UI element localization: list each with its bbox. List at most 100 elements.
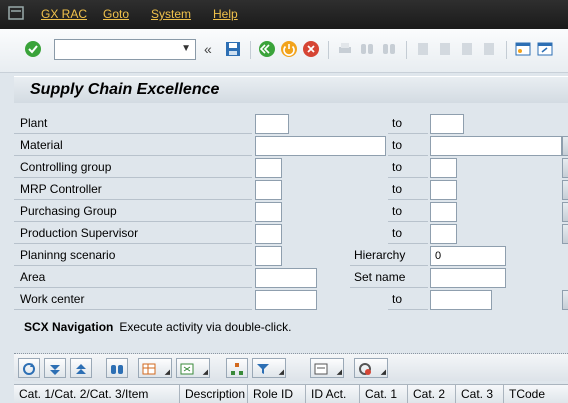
column-header-id-act[interactable]: ID Act.	[306, 385, 360, 403]
hierarchy-input[interactable]: 0	[430, 246, 506, 266]
field-label-planning-scenario: Planinng scenario	[14, 246, 252, 266]
save-icon[interactable]	[224, 40, 242, 58]
purchasing-group-to-input[interactable]	[430, 202, 457, 222]
navigation-title: SCX Navigation	[24, 320, 114, 334]
settings-icon	[359, 363, 371, 375]
to-label: to	[388, 158, 428, 178]
toolbar-separator	[406, 41, 407, 59]
previous-page-icon	[440, 43, 450, 55]
hierarchy-icon	[231, 363, 243, 375]
standard-toolbar: ▼ «	[0, 29, 568, 73]
expand-button[interactable]	[44, 358, 66, 378]
sap-menu-icon[interactable]	[8, 6, 24, 20]
expand-icon	[50, 365, 60, 375]
column-header-cat1[interactable]: Cat. 1	[360, 385, 408, 403]
material-to-input[interactable]	[430, 136, 562, 156]
controlling-group-from-input[interactable]	[255, 158, 282, 178]
print-icon	[339, 43, 351, 53]
enter-icon[interactable]	[24, 40, 42, 58]
create-session-icon[interactable]	[514, 40, 532, 58]
column-header-cat2[interactable]: Cat. 2	[408, 385, 456, 403]
area-input[interactable]	[255, 268, 317, 288]
find-button[interactable]	[106, 358, 128, 378]
mrp-controller-from-input[interactable]	[255, 180, 282, 200]
first-page-icon	[418, 43, 428, 55]
view-button[interactable]: ◢	[310, 358, 344, 378]
material-from-input[interactable]	[255, 136, 386, 156]
planning-scenario-input[interactable]	[255, 246, 282, 266]
field-label-set-name: Set name	[350, 268, 428, 288]
set-name-input[interactable]	[430, 268, 506, 288]
column-header-item[interactable]: Cat. 1/Cat. 2/Cat. 3/Item	[14, 385, 180, 403]
menu-goto[interactable]: Goto	[103, 7, 129, 21]
binoculars-icon	[111, 365, 123, 374]
page-title-bar: Supply Chain Excellence	[14, 76, 568, 103]
menu-bar: GX RAC Goto System Help	[0, 0, 568, 29]
field-label-plant: Plant	[14, 114, 252, 134]
field-label-controlling-group: Controlling group	[14, 158, 252, 178]
chevron-down-icon[interactable]: ▼	[181, 43, 191, 54]
field-label-mrp-controller: MRP Controller	[14, 180, 252, 200]
collapse-button[interactable]	[70, 358, 92, 378]
find-icon	[361, 44, 373, 54]
column-header-tcode[interactable]: TCode	[504, 385, 568, 403]
export-button[interactable]: ◢	[176, 358, 210, 378]
to-label: to	[388, 180, 428, 200]
work-center-from-input[interactable]	[255, 290, 317, 310]
next-page-icon	[462, 43, 472, 55]
multiple-selection-button[interactable]	[562, 136, 568, 156]
plant-to-input[interactable]	[430, 114, 464, 134]
to-label: to	[388, 290, 428, 310]
menu-gx-rac[interactable]: GX RAC	[41, 7, 87, 21]
column-header-description[interactable]: Description	[180, 385, 248, 403]
hierarchy-button[interactable]	[226, 358, 248, 378]
to-label: to	[388, 202, 428, 222]
multiple-selection-button[interactable]	[562, 290, 568, 310]
shortcut-icon[interactable]	[536, 40, 554, 58]
menu-help[interactable]: Help	[213, 7, 238, 21]
back-icon[interactable]	[258, 40, 276, 58]
field-label-production-supervisor: Production Supervisor	[14, 224, 252, 244]
collapse-icon[interactable]: «	[204, 41, 212, 57]
purchasing-group-from-input[interactable]	[255, 202, 282, 222]
production-supervisor-from-input[interactable]	[255, 224, 282, 244]
filter-icon	[257, 364, 269, 374]
chevron-down-icon: ◢	[202, 369, 208, 376]
multiple-selection-button[interactable]	[562, 180, 568, 200]
export-icon	[180, 363, 194, 375]
multiple-selection-button[interactable]	[562, 224, 568, 244]
multiple-selection-button[interactable]	[562, 158, 568, 178]
column-header-cat3[interactable]: Cat. 3	[456, 385, 504, 403]
plant-from-input[interactable]	[255, 114, 289, 134]
work-center-to-input[interactable]	[430, 290, 492, 310]
multiple-selection-button[interactable]	[562, 202, 568, 222]
field-label-material: Material	[14, 136, 252, 156]
page-title: Supply Chain Excellence	[30, 81, 220, 98]
cancel-icon[interactable]	[302, 40, 320, 58]
toolbar-separator	[328, 41, 329, 59]
last-page-icon	[484, 43, 494, 55]
to-label: to	[388, 136, 428, 156]
navigation-hint-text: Execute activity via double-click.	[119, 320, 292, 334]
menu-system[interactable]: System	[151, 7, 191, 21]
settings-button[interactable]: ◢	[354, 358, 388, 378]
mrp-controller-to-input[interactable]	[430, 180, 457, 200]
exit-icon[interactable]	[280, 40, 298, 58]
field-label-hierarchy: Hierarchy	[350, 246, 428, 266]
production-supervisor-to-input[interactable]	[430, 224, 457, 244]
grid-header: Cat. 1/Cat. 2/Cat. 3/Item Description Ro…	[14, 384, 568, 403]
toolbar-separator	[250, 41, 251, 59]
layout-button[interactable]: ◢	[138, 358, 172, 378]
find-next-icon	[383, 44, 395, 54]
command-field[interactable]: ▼	[54, 39, 196, 60]
toolbar-separator	[506, 41, 507, 59]
controlling-group-to-input[interactable]	[430, 158, 457, 178]
filter-button[interactable]: ◢	[252, 358, 286, 378]
chevron-down-icon: ◢	[380, 369, 386, 376]
refresh-icon	[23, 363, 35, 375]
collapse-all-icon	[76, 364, 86, 374]
to-label: to	[388, 224, 428, 244]
column-header-role-id[interactable]: Role ID	[248, 385, 306, 403]
chevron-down-icon: ◢	[164, 369, 170, 376]
refresh-button[interactable]	[18, 358, 40, 378]
